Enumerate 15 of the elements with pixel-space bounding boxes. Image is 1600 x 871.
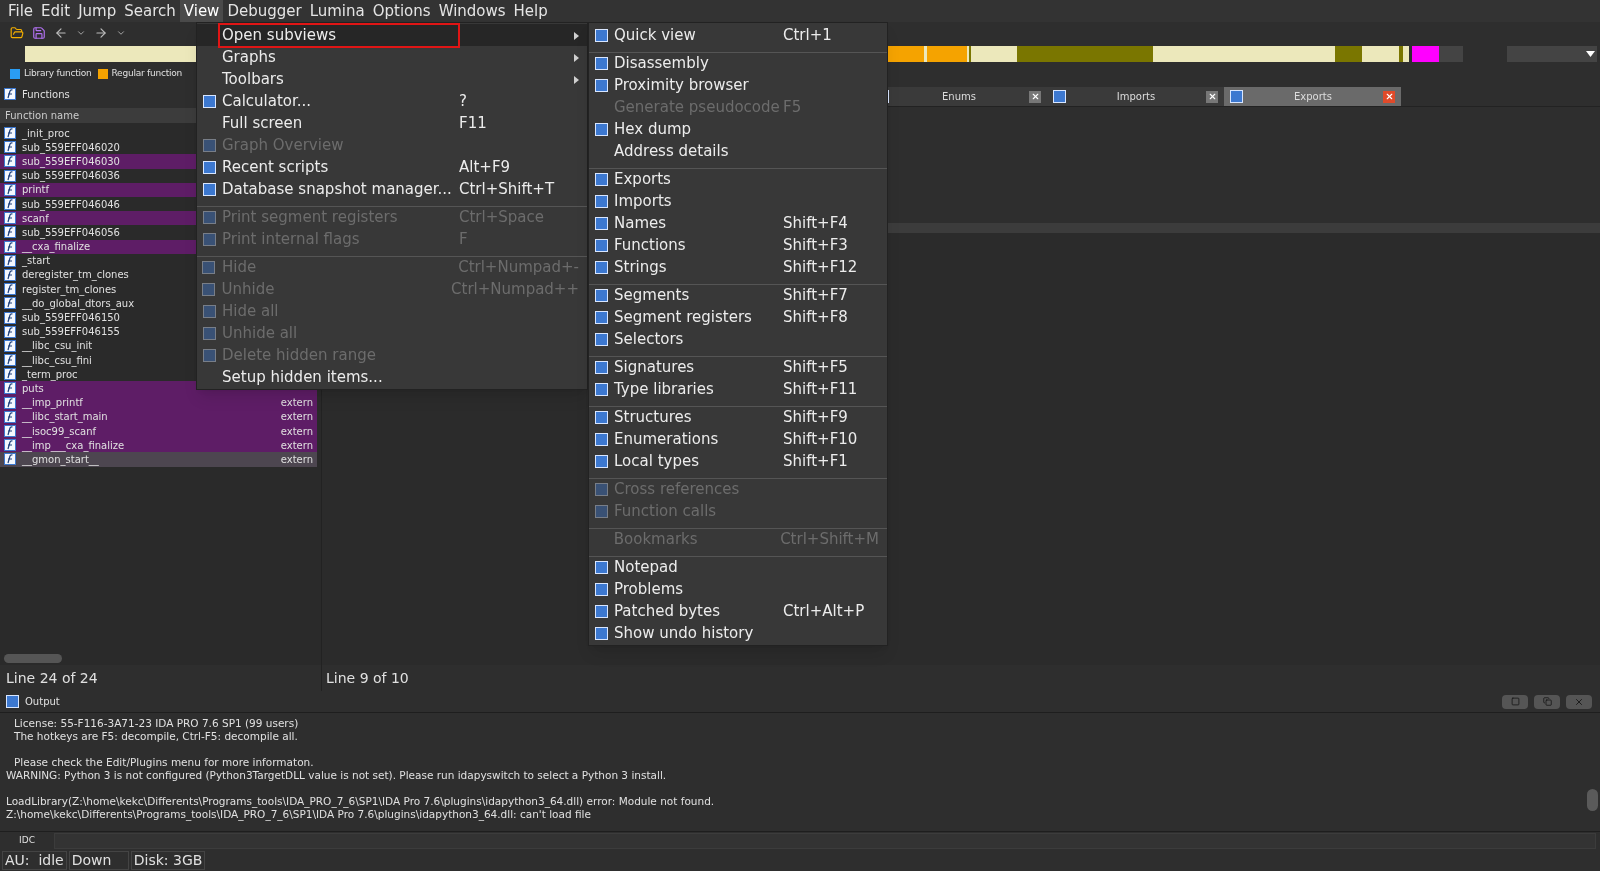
legend-label: Regular function <box>111 67 183 81</box>
output-line: Please check the Edit/Plugins menu for more informaton. <box>13 755 315 769</box>
output-line: The hotkeys are F5: decompile, Ctrl-F5: decompile all. <box>13 730 299 743</box>
panel-title: Output <box>25 695 61 709</box>
output-line: Z:\home\kekc\Differents\Programs_tools\IDA_PRO_7_6\SP1\IDA Pro 7.6\plugins\idapython3_64.dll: can't load file <box>6 808 592 821</box>
status-field: Down <box>68 850 129 870</box>
output-line: License: 55-F116-3A71-23 IDA PRO 7.6 SP1 (99 users) <box>13 717 300 730</box>
output-line: WARNING: Python 3 is not configured (Python3TargetDLL value is not set). Please run idapyswitch to select a Python 3 install. <box>6 769 668 782</box>
line-counter: Line 24 of 24 <box>6 668 98 688</box>
status-field: AU: idle <box>2 850 67 870</box>
legend-label: Library function <box>24 67 92 81</box>
panel-title: Functions <box>22 87 70 102</box>
line-counter: Line 9 of 10 <box>326 668 409 688</box>
status-field: Disk: 3GB <box>130 850 206 870</box>
output-line: LoadLibrary(Z:\home\kekc\Differents\Programs_tools\IDA_PRO_7_6\SP1\IDA Pro 7.6\plugins\idapython3_64.dll) error: Module not found. <box>6 794 716 808</box>
